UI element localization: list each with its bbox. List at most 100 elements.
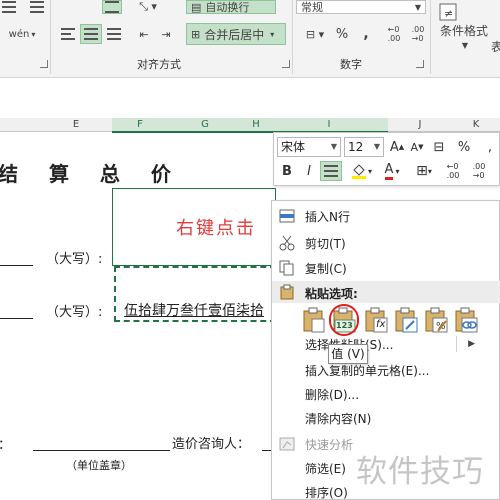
phonetic-button[interactable]: wén ▾ <box>0 24 44 44</box>
column-header-j[interactable]: J <box>388 118 452 132</box>
menu-item-label: 复制(C) <box>305 261 347 276</box>
colon-label: ： <box>0 434 11 453</box>
dialog-launcher-icon[interactable] <box>40 60 48 68</box>
column-header-f[interactable]: F <box>112 118 168 132</box>
font-color-button[interactable]: A ▾ <box>378 161 406 181</box>
mini-toolbar: 宋体 ▼ 12 ▼ A ▲ A ▼ ⊟ % , B I ▾ A ▾ ⊞ ▾ ←0.0… <box>273 132 500 186</box>
chevron-down-icon: ▼ <box>461 40 469 50</box>
dialog-launcher-icon[interactable] <box>282 60 290 68</box>
decrease-indent-button[interactable]: ⇤ <box>134 24 154 44</box>
watermark: 软件技巧 <box>356 454 484 490</box>
merge-center-button[interactable]: ⊞ 合并后居中 ▾ <box>186 23 286 45</box>
table-format-button[interactable]: 表 <box>491 38 500 54</box>
align-top-button[interactable] <box>0 0 18 14</box>
dialog-launcher-icon[interactable] <box>416 60 424 68</box>
menu-item-label: 删除(D)... <box>305 387 360 402</box>
column-header-e[interactable]: E <box>40 118 112 132</box>
italic-button[interactable]: I <box>300 161 318 181</box>
chevron-down-icon: ▾ <box>31 29 36 39</box>
decrease-indent-icon: ⇤ <box>139 27 149 41</box>
comma-button[interactable]: , <box>360 24 372 44</box>
align-middle-button[interactable] <box>28 0 46 14</box>
menu-item-label: 清除内容(N) <box>305 411 372 426</box>
menu-item-insert-copied-cells[interactable]: 插入复制的单元格(E)... <box>272 359 500 381</box>
paste-values-tooltip: 值 (V) <box>328 344 368 364</box>
center-align-button[interactable] <box>320 161 342 181</box>
paste-icon[interactable] <box>302 307 326 333</box>
font-name-combo[interactable]: 宋体 ▼ <box>277 137 341 157</box>
increase-decimal-button[interactable]: ←0.00 <box>442 161 464 181</box>
conditional-format-button[interactable]: 条件格式 <box>436 22 492 38</box>
align-bottom-button[interactable] <box>102 0 122 14</box>
conditional-format-icon[interactable]: ≠ <box>436 0 460 24</box>
increase-font-button[interactable]: A ▲ <box>388 137 406 157</box>
menu-item-delete[interactable]: 删除(D)... <box>272 383 500 405</box>
group-divider <box>50 0 51 74</box>
increase-decimal-button[interactable]: ←0.00 <box>384 24 404 44</box>
column-header-i[interactable]: I <box>270 118 388 132</box>
percent-button[interactable]: % <box>450 137 478 157</box>
column-header-row: E F G H I J K <box>0 118 500 132</box>
decrease-decimal-button[interactable]: .00 →0 <box>408 24 428 44</box>
menu-item-cut[interactable]: 剪切(T) <box>272 232 500 254</box>
menu-item-label: 插入复制的单元格(E)... <box>305 363 430 378</box>
seal-line <box>33 450 170 451</box>
bold-button[interactable]: B <box>278 161 296 181</box>
number-format-dropdown[interactable]: 常规 ▼ <box>296 0 426 14</box>
merge-center-label: 合并后居中 <box>204 27 265 42</box>
font-name-value: 宋体 <box>281 140 306 154</box>
wrap-text-button[interactable]: ▤ 自动换行 <box>186 0 276 14</box>
right-click-hint: 右键点击 <box>176 218 256 239</box>
menu-item-clear-contents[interactable]: 清除内容(N) <box>272 407 500 429</box>
paste-formulas-icon[interactable]: fx <box>364 307 388 333</box>
svg-text:≠: ≠ <box>444 7 453 20</box>
accounting-format-button[interactable]: ⊟ ▾ <box>300 24 330 44</box>
increase-indent-button[interactable]: ⇥ <box>156 24 176 44</box>
menu-item-label: 插入N行 <box>305 209 350 224</box>
group-divider <box>292 0 293 74</box>
group-label-alignment: 对齐方式 <box>137 58 181 71</box>
menu-item-copy[interactable]: 复制(C) <box>272 257 500 279</box>
font-color-label: A <box>384 162 394 180</box>
underline-2 <box>0 318 33 319</box>
increase-indent-icon: ⇥ <box>161 27 171 41</box>
menu-item-label: 筛选(E) <box>305 461 346 476</box>
decrease-font-button[interactable]: A ▼ <box>408 137 426 157</box>
phonetic-label: wén <box>8 28 30 40</box>
wrap-text-icon: ▤ <box>191 0 202 14</box>
font-shrink-label: A <box>410 140 419 154</box>
align-left-button[interactable] <box>58 24 78 44</box>
orientation-icon: ⤡ ▾ <box>139 0 157 13</box>
formula-bar-area <box>0 78 500 118</box>
paste-formatting-icon[interactable]: % <box>424 307 448 333</box>
font-size-combo[interactable]: 12 ▼ <box>344 137 384 157</box>
menu-item-label: 快速分析 <box>305 437 354 452</box>
clipboard-icon <box>280 284 294 300</box>
paste-link-glyph <box>455 307 478 333</box>
align-right-button[interactable] <box>104 24 124 44</box>
column-header-k[interactable]: K <box>452 118 500 132</box>
increase-decimal-icon: ←0.00 <box>387 25 401 43</box>
column-header-g[interactable]: G <box>168 118 242 132</box>
borders-button[interactable]: ⊞ ▾ <box>410 161 438 181</box>
align-center-button[interactable] <box>80 24 102 44</box>
percent-button[interactable]: % <box>334 24 350 44</box>
paste-transpose-icon[interactable] <box>394 307 418 333</box>
paste-values-icon[interactable]: 123 <box>329 304 359 336</box>
comma-icon: , <box>487 139 493 155</box>
menu-item-insert-rows[interactable]: 插入N行 <box>272 205 500 227</box>
decrease-decimal-button[interactable]: .00 →0 <box>468 161 490 181</box>
align-bottom-icon <box>105 1 119 13</box>
menu-item-label: 排序(O) <box>305 485 348 500</box>
column-header-h[interactable]: H <box>242 118 270 132</box>
accounting-format-button[interactable]: ⊟ <box>430 137 448 157</box>
decrease-decimal-icon: .00 →0 <box>411 25 425 43</box>
chevron-down-icon: ▾ <box>427 166 432 176</box>
menu-item-paste-special[interactable]: 选择性粘贴(S)... ▶ <box>272 333 500 355</box>
chevron-down-icon: ▾ <box>270 29 275 39</box>
paste-link-icon[interactable] <box>454 307 478 333</box>
comma-style-button[interactable]: , <box>480 137 500 157</box>
fill-color-button[interactable]: ▾ <box>346 161 376 181</box>
comma-label: , <box>363 26 369 42</box>
orientation-button[interactable]: ⤡ ▾ <box>134 0 162 14</box>
